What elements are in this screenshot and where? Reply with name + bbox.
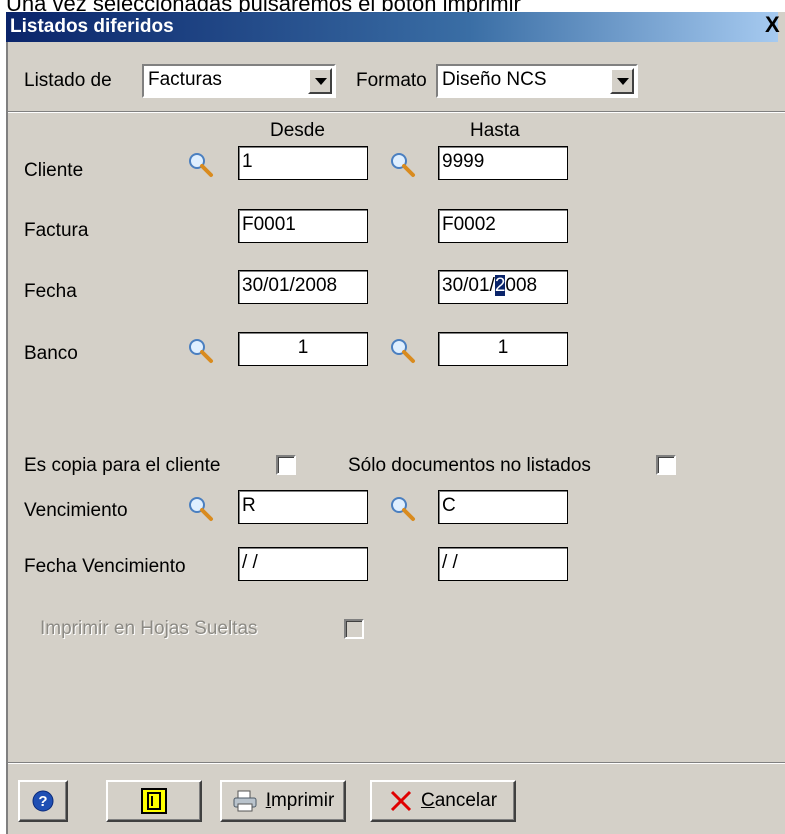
formato-select[interactable]: Diseño NCS (436, 64, 638, 98)
search-icon[interactable] (186, 494, 214, 522)
fecha-hasta-selection: 2 (494, 275, 506, 296)
chevron-down-icon[interactable] (308, 68, 332, 94)
printer-icon (233, 790, 257, 812)
cancelar-mnemonic: C (420, 790, 435, 811)
fecha-vencimiento-label: Fecha Vencimiento (24, 556, 186, 577)
listado-label: Listado de (24, 70, 112, 91)
cancelar-label: Cancelar (421, 790, 497, 812)
fecha-vencimiento-hasta-input[interactable]: / / (438, 547, 568, 581)
copia-checkbox[interactable] (276, 455, 296, 475)
close-icon (390, 790, 412, 812)
search-icon[interactable] (388, 336, 416, 364)
factura-label: Factura (24, 220, 89, 241)
divider (8, 111, 785, 113)
solo-label: Sólo documentos no listados (348, 455, 591, 476)
cancelar-button[interactable]: Cancelar (370, 780, 516, 822)
cliente-desde-input[interactable]: 1 (238, 146, 368, 180)
search-icon[interactable] (186, 150, 214, 178)
help-icon: ? (32, 790, 54, 812)
document-icon (141, 788, 167, 814)
close-icon[interactable]: X (765, 12, 780, 38)
formato-value: Diseño NCS (442, 69, 547, 90)
svg-text:?: ? (38, 793, 47, 810)
listado-value: Facturas (148, 69, 222, 90)
divider (8, 762, 785, 764)
vencimiento-desde-input[interactable]: R (238, 490, 368, 524)
fecha-hasta-post: 008 (505, 275, 538, 296)
factura-hasta-input[interactable]: F0002 (438, 209, 568, 243)
print-preview-button[interactable] (106, 780, 202, 822)
cliente-label: Cliente (24, 160, 84, 181)
banco-label: Banco (24, 343, 78, 364)
banco-hasta-input[interactable]: 1 (438, 332, 568, 366)
imprimir-button[interactable]: Imprimir (220, 780, 346, 822)
cliente-hasta-input[interactable]: 9999 (438, 146, 568, 180)
imprimir-label-rest: mprimir (270, 790, 335, 811)
fecha-vencimiento-desde-input[interactable]: / / (238, 547, 368, 581)
search-icon[interactable] (388, 494, 416, 522)
chevron-down-icon[interactable] (610, 68, 634, 94)
solo-checkbox[interactable] (656, 455, 676, 475)
listado-select[interactable]: Facturas (142, 64, 336, 98)
formato-label: Formato (356, 70, 427, 91)
copia-label: Es copia para el cliente (24, 455, 221, 476)
hasta-header: Hasta (470, 120, 520, 141)
imprimir-label: Imprimir (266, 790, 335, 812)
fecha-label: Fecha (24, 281, 77, 302)
desde-header: Desde (270, 120, 325, 141)
help-button[interactable]: ? (18, 780, 68, 822)
window-title: Listados diferidos (10, 16, 174, 37)
fecha-hasta-input[interactable]: 30/01/2008 (438, 270, 568, 304)
fecha-hasta-pre: 30/01/ (442, 275, 495, 296)
vencimiento-hasta-input[interactable]: C (438, 490, 568, 524)
search-icon[interactable] (186, 336, 214, 364)
banco-desde-input[interactable]: 1 (238, 332, 368, 366)
cancelar-label-rest: ancelar (434, 790, 498, 811)
hojas-checkbox (344, 619, 364, 639)
fecha-desde-input[interactable]: 30/01/2008 (238, 270, 368, 304)
factura-desde-input[interactable]: F0001 (238, 209, 368, 243)
vencimiento-label: Vencimiento (24, 500, 128, 521)
search-icon[interactable] (388, 150, 416, 178)
window-titlebar: Listados diferidos (6, 12, 778, 42)
hojas-label: Imprimir en Hojas Sueltas (40, 618, 258, 639)
